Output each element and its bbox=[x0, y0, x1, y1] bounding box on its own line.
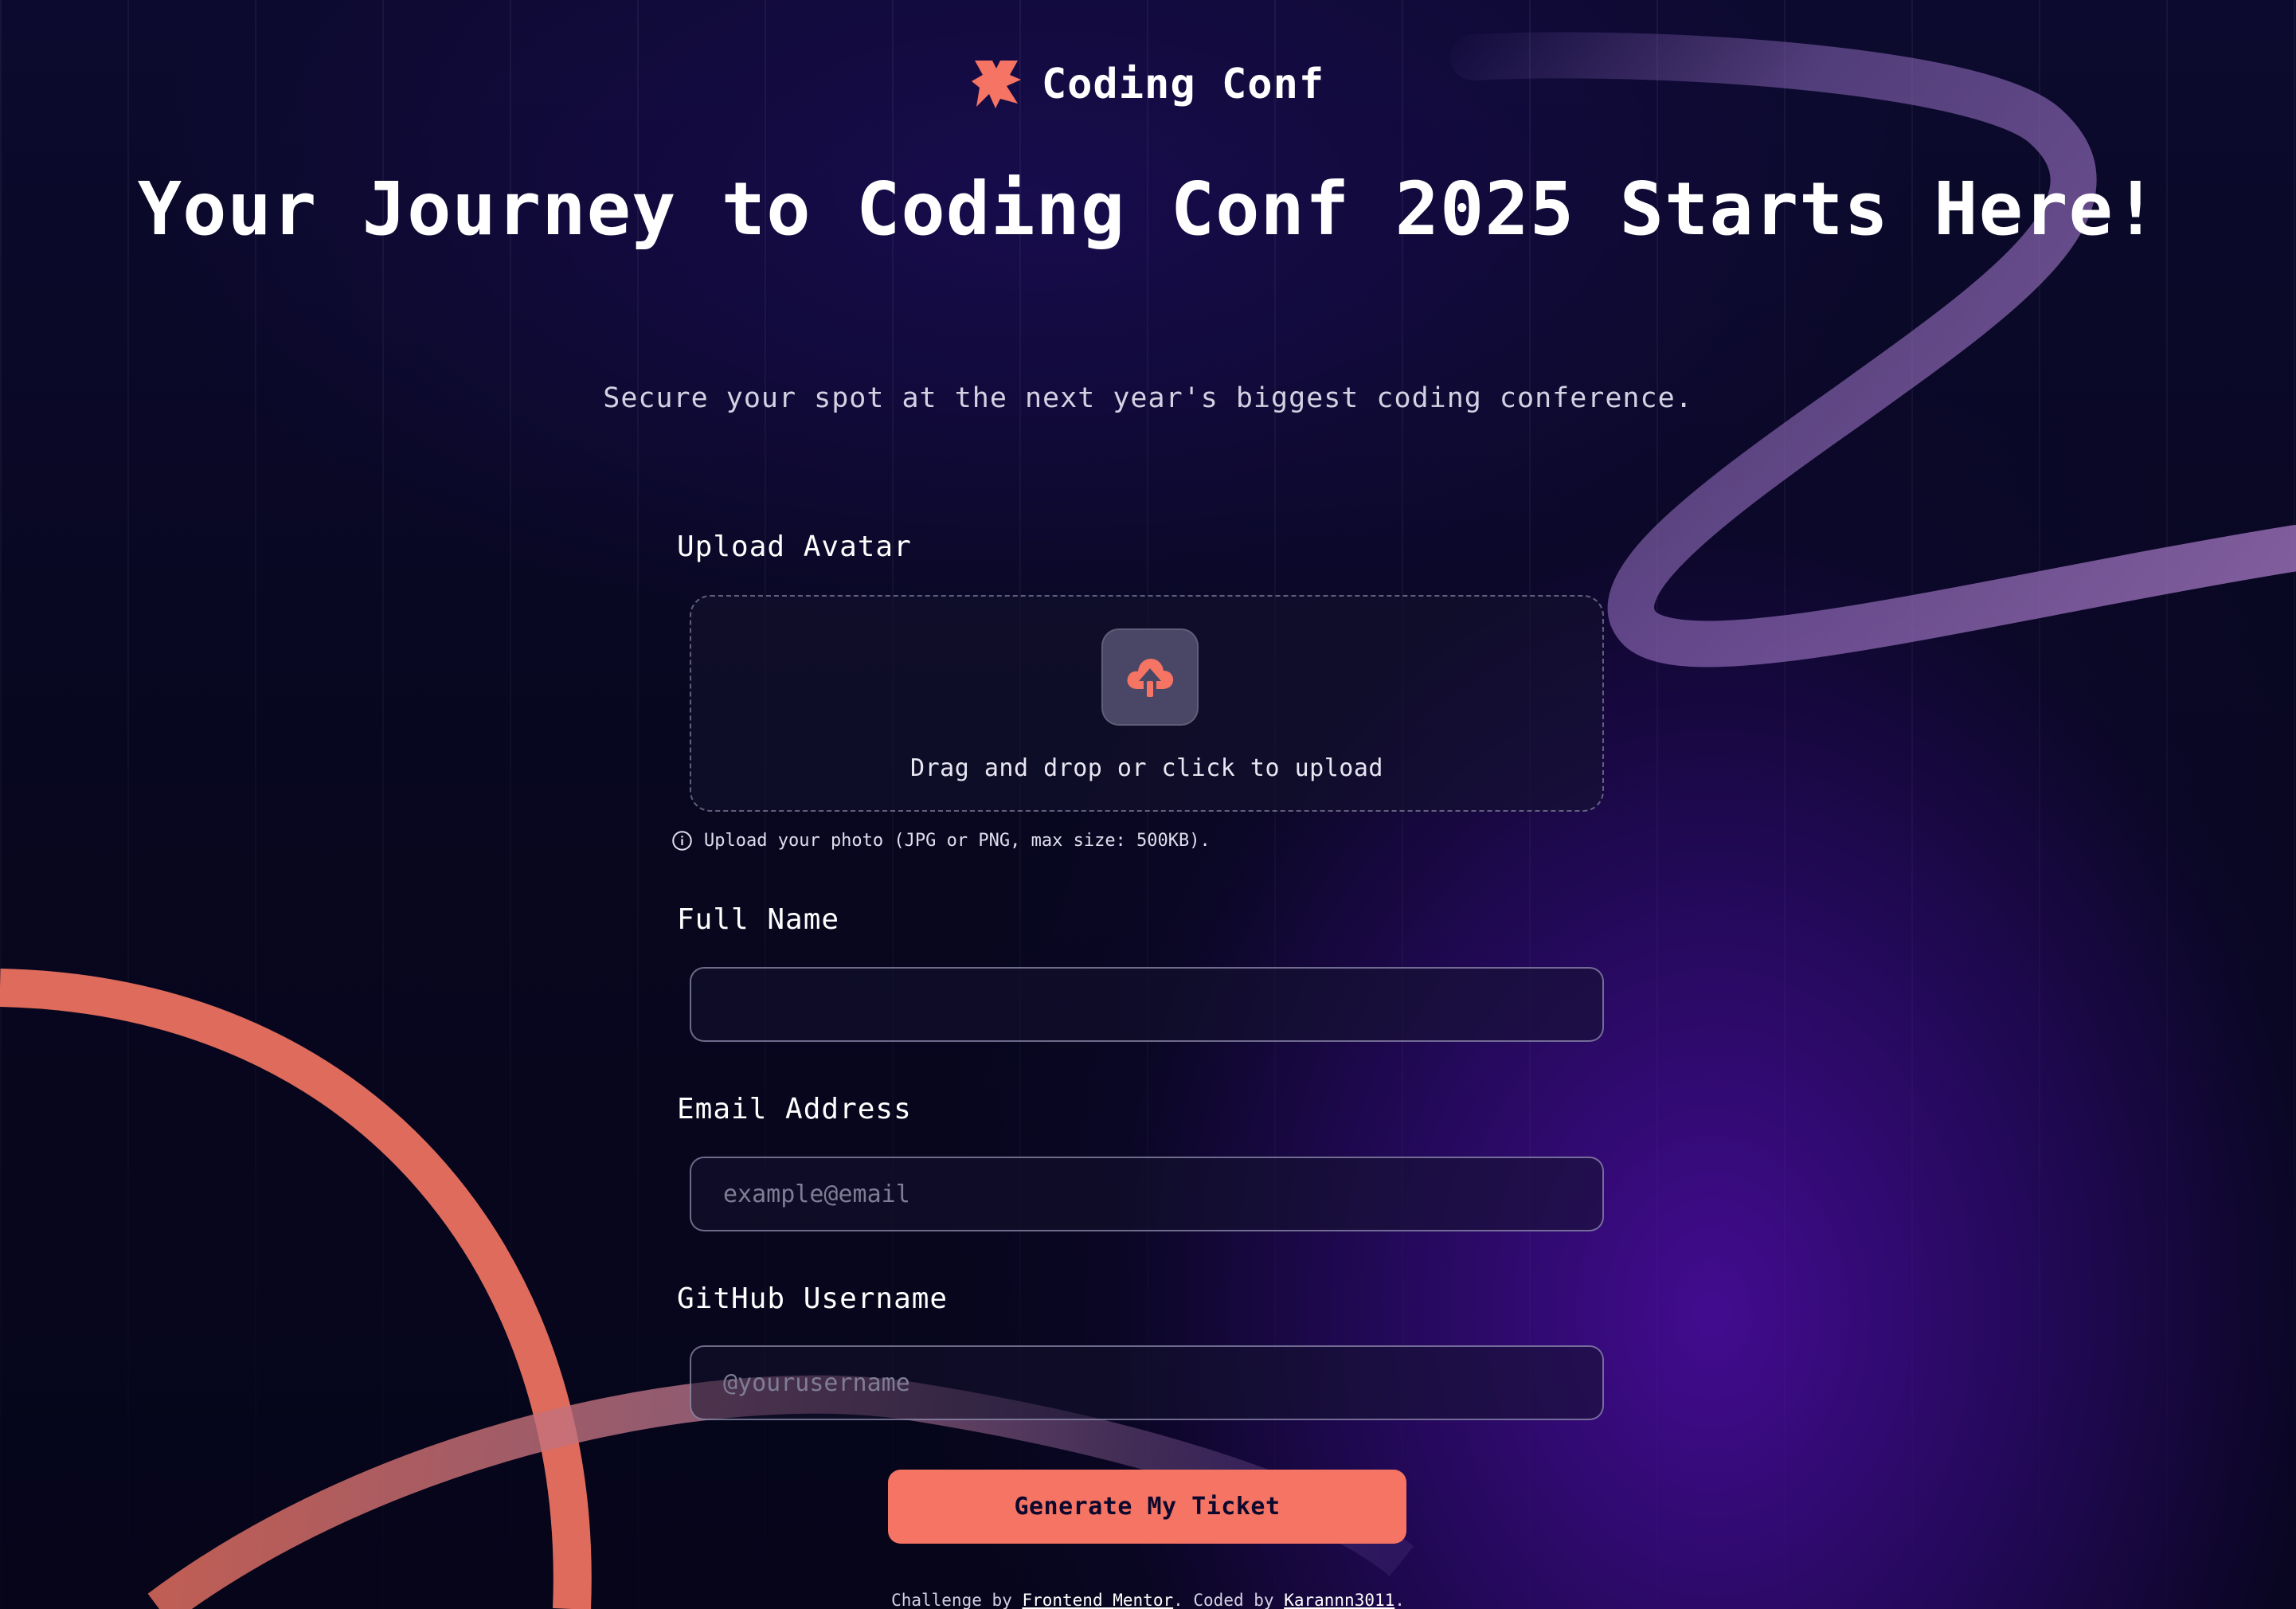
full-name-input[interactable] bbox=[690, 967, 1604, 1042]
page-subtitle: Secure your spot at the next year's bigg… bbox=[603, 382, 1693, 414]
avatar-hint-text: Upload your photo (JPG or PNG, max size:… bbox=[704, 831, 1211, 851]
attribution-footer: Challenge by Frontend Mentor. Coded by K… bbox=[0, 1591, 2296, 1609]
github-username-input[interactable] bbox=[690, 1345, 1604, 1420]
generate-ticket-button[interactable]: Generate My Ticket bbox=[888, 1470, 1406, 1544]
avatar-dropzone[interactable]: Drag and drop or click to upload bbox=[690, 595, 1604, 812]
email-input[interactable] bbox=[690, 1157, 1604, 1231]
dropzone-text: Drag and drop or click to upload bbox=[910, 754, 1383, 782]
header: Coding Conf bbox=[0, 59, 2296, 110]
upload-button[interactable] bbox=[1101, 628, 1199, 726]
page-title: Your Journey to Coding Conf 2025 Starts … bbox=[137, 166, 2159, 252]
footer-middle: . Coded by bbox=[1173, 1591, 1285, 1609]
full-name-label: Full Name bbox=[677, 903, 840, 936]
avatar-hint: Upload your photo (JPG or PNG, max size:… bbox=[671, 830, 1211, 851]
email-label: Email Address bbox=[677, 1093, 912, 1126]
avatar-label: Upload Avatar bbox=[677, 530, 912, 563]
coding-conf-logo-icon bbox=[971, 61, 1021, 108]
squiggle-top-right bbox=[1450, 32, 2296, 667]
author-link[interactable]: Karannn3011 bbox=[1284, 1591, 1394, 1609]
frontend-mentor-link[interactable]: Frontend Mentor bbox=[1022, 1591, 1173, 1609]
footer-suffix: . bbox=[1394, 1591, 1405, 1609]
info-icon bbox=[672, 831, 692, 851]
logo-text: Coding Conf bbox=[1041, 61, 1325, 108]
cloud-upload-icon bbox=[1127, 659, 1174, 697]
footer-prefix: Challenge by bbox=[891, 1591, 1023, 1609]
github-label: GitHub Username bbox=[677, 1282, 949, 1315]
